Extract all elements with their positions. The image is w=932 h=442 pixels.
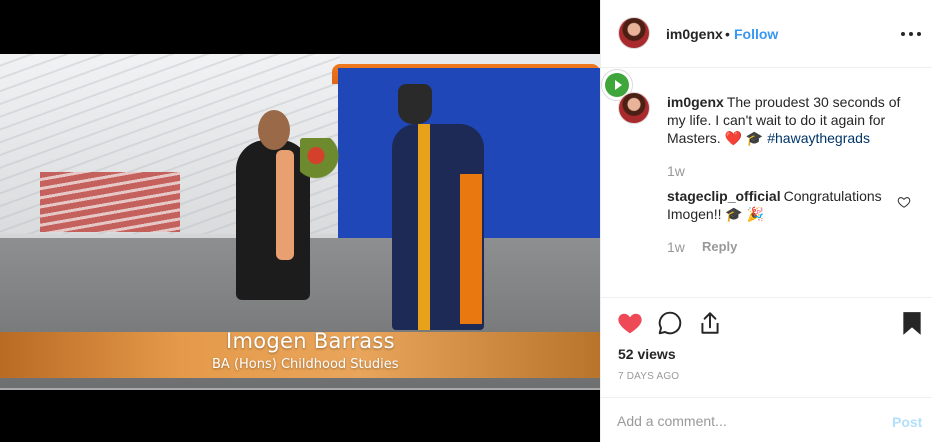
header-username[interactable]: im0genx <box>666 26 723 42</box>
comment: stageclip_official Congratulations Imogen… <box>667 187 887 223</box>
caption-comment: im0genx The proudest 30 seconds of my lif… <box>667 93 915 147</box>
hashtag-link[interactable]: #hawaythegrads <box>767 130 870 146</box>
caption-degree: BA (Hons) Childhood Studies <box>212 357 399 372</box>
chancellor-robe-panel <box>460 174 482 324</box>
graduate-figure <box>236 140 310 300</box>
views-count[interactable]: 52 views <box>618 346 676 362</box>
avatar[interactable] <box>618 17 650 49</box>
chancellor-robe-trim <box>418 124 430 330</box>
post-date: 7 DAYS AGO <box>618 371 680 382</box>
video-frame[interactable]: Imogen Barrass BA (Hons) Childhood Studi… <box>0 54 600 390</box>
video-player[interactable]: Imogen Barrass BA (Hons) Childhood Studi… <box>0 0 600 442</box>
comment-composer: Post <box>601 397 932 442</box>
post-panel: im0genx • Follow im0genx The proudest 30 … <box>600 0 932 442</box>
comment-time: 1w <box>667 163 685 179</box>
comment-username[interactable]: im0genx <box>667 94 724 110</box>
graduate-hood <box>276 150 294 260</box>
more-options-icon[interactable] <box>901 26 921 42</box>
comment-time: 1w <box>667 239 685 255</box>
caption-name: Imogen Barrass <box>226 329 395 353</box>
action-bar: 52 views 7 DAYS AGO <box>601 297 932 397</box>
red-seats <box>40 172 180 232</box>
comment-bubble-icon[interactable] <box>657 310 683 336</box>
like-heart-icon[interactable] <box>617 310 643 336</box>
bookmark-icon[interactable] <box>899 310 925 336</box>
avatar[interactable] <box>618 92 650 124</box>
graduate-head <box>258 110 290 150</box>
post-button[interactable]: Post <box>892 414 922 430</box>
chancellor-cap <box>398 84 432 124</box>
follow-button[interactable]: Follow <box>734 26 778 42</box>
add-comment-input[interactable] <box>617 410 867 432</box>
reply-button[interactable]: Reply <box>702 239 737 254</box>
comment-like-heart-icon[interactable] <box>897 195 911 209</box>
post-header: im0genx • Follow <box>601 0 932 68</box>
flower-bouquet <box>300 138 340 182</box>
separator-dot: • <box>725 26 730 42</box>
comments-list: im0genx The proudest 30 seconds of my lif… <box>601 69 932 297</box>
share-upload-icon[interactable] <box>697 310 723 336</box>
comment-username[interactable]: stageclip_official <box>667 188 781 204</box>
